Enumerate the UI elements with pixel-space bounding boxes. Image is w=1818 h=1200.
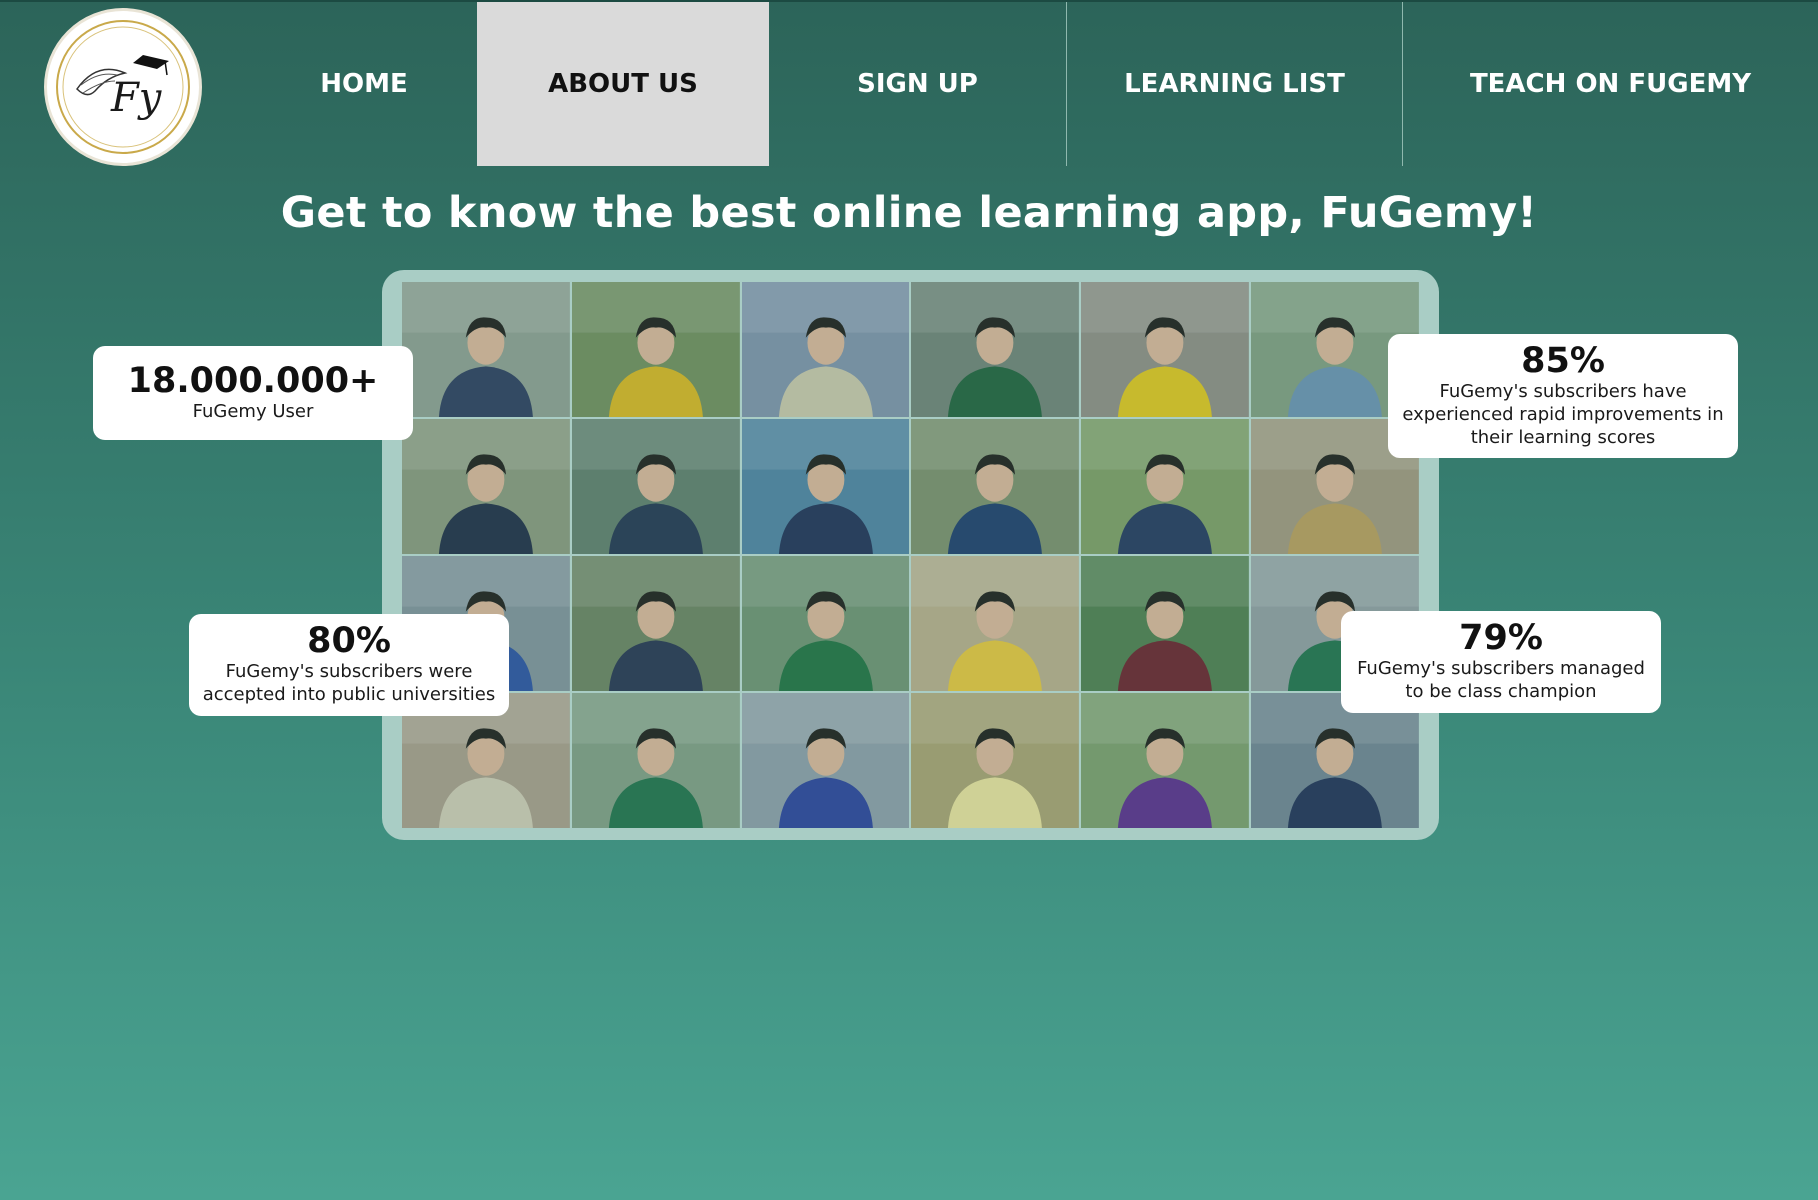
navbar: Fy HOME ABOUT US SIGN UP LEARNING LIST T… bbox=[0, 0, 1818, 166]
stat-value: 85% bbox=[1521, 341, 1605, 381]
student-photo bbox=[571, 419, 740, 554]
student-photo bbox=[911, 282, 1080, 417]
stat-label: FuGemy's subscribers were accepted into … bbox=[202, 661, 496, 705]
student-photo bbox=[571, 693, 740, 828]
student-photo bbox=[571, 556, 740, 691]
student-photo bbox=[1081, 419, 1250, 554]
student-photo bbox=[1081, 556, 1250, 691]
stat-card-class-champion: 79% FuGemy's subscribers managed to be c… bbox=[1341, 611, 1661, 713]
student-photo bbox=[402, 419, 570, 554]
nav-home[interactable]: HOME bbox=[254, 2, 474, 166]
stat-value: 79% bbox=[1459, 618, 1543, 658]
photo-grid bbox=[402, 282, 1419, 828]
student-photo bbox=[741, 419, 910, 554]
stat-label: FuGemy's subscribers have experienced ra… bbox=[1402, 381, 1724, 448]
nav-teach-on-fugemy[interactable]: TEACH ON FUGEMY bbox=[1403, 2, 1818, 166]
student-photo bbox=[741, 282, 910, 417]
stat-card-public-universities: 80% FuGemy's subscribers were accepted i… bbox=[189, 614, 509, 716]
student-photo bbox=[741, 693, 910, 828]
page-title: Get to know the best online learning app… bbox=[280, 188, 1538, 238]
stat-card-users: 18.000.000+ FuGemy User bbox=[93, 346, 413, 440]
student-photo-collage bbox=[382, 270, 1439, 840]
student-photo bbox=[911, 556, 1080, 691]
stat-value: 18.000.000+ bbox=[127, 361, 379, 401]
student-photo bbox=[741, 556, 910, 691]
student-photo bbox=[1251, 693, 1419, 828]
stat-label: FuGemy's subscribers managed to be class… bbox=[1357, 658, 1645, 702]
student-photo bbox=[911, 693, 1080, 828]
nav-sign-up[interactable]: SIGN UP bbox=[769, 2, 1067, 166]
stat-label: FuGemy User bbox=[192, 401, 314, 422]
student-photo bbox=[1081, 282, 1250, 417]
student-photo bbox=[1081, 693, 1250, 828]
svg-text:Fy: Fy bbox=[110, 75, 163, 121]
student-photo bbox=[402, 282, 570, 417]
stat-value: 80% bbox=[307, 621, 391, 661]
student-photo bbox=[911, 419, 1080, 554]
nav-learning-list[interactable]: LEARNING LIST bbox=[1067, 2, 1403, 166]
stat-card-learning-scores: 85% FuGemy's subscribers have experience… bbox=[1388, 334, 1738, 458]
nav-about-us[interactable]: ABOUT US bbox=[477, 2, 769, 166]
fugemy-logo-icon[interactable]: Fy bbox=[44, 8, 202, 166]
student-photo bbox=[571, 282, 740, 417]
